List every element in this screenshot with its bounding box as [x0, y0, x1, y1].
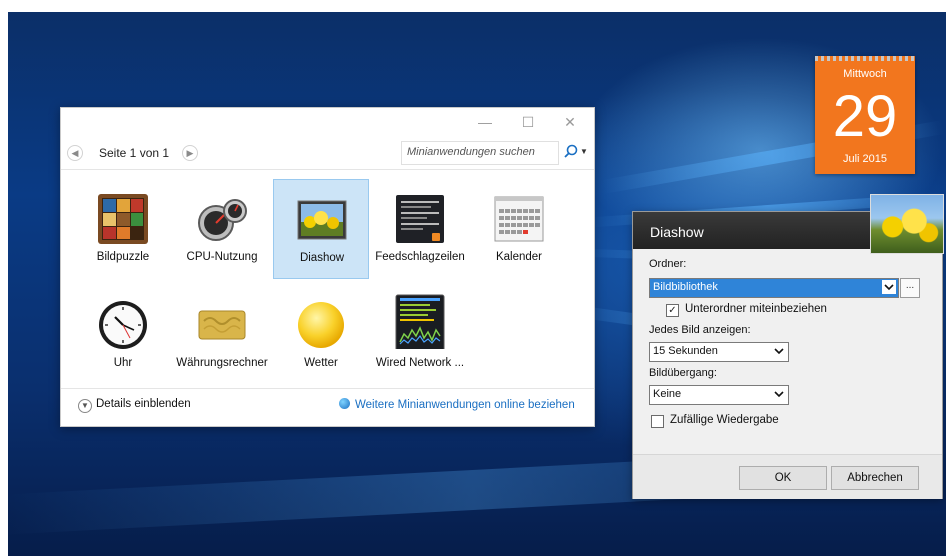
clock-icon [99, 301, 147, 349]
dialog-title: Diashow [650, 224, 704, 240]
slideshow-thumbnail [870, 194, 944, 254]
gadget-label: Wetter [304, 357, 338, 369]
dialog-footer: OK Abbrechen [633, 454, 942, 499]
gadget-tile-bildpuzzle[interactable]: Bildpuzzle [75, 179, 171, 279]
chevron-down-icon [774, 348, 784, 355]
slideshow-icon [297, 200, 347, 240]
search-options-chevron-icon[interactable]: ▼ [580, 147, 588, 156]
gadget-tile-wired-network[interactable]: Wired Network ... [372, 285, 468, 385]
gadget-tile-kalender[interactable]: Kalender [471, 179, 567, 279]
details-toggle[interactable]: ▼ Details einblenden [78, 398, 191, 413]
calendar-binding [815, 56, 915, 61]
gadget-label: Währungsrechner [176, 357, 268, 369]
ok-button[interactable]: OK [739, 466, 827, 490]
gadget-tile-feedschlagzeilen[interactable]: Feedschlagzeilen [372, 179, 468, 279]
minimize-button[interactable]: — [473, 112, 497, 132]
cancel-button[interactable]: Abbrechen [831, 466, 919, 490]
interval-select[interactable]: 15 Sekunden [649, 342, 789, 362]
chevron-down-icon [882, 280, 896, 294]
search-placeholder: Minianwendungen suchen [407, 146, 535, 158]
next-page-icon[interactable]: ▶ [182, 145, 198, 161]
transition-select[interactable]: Keine [649, 385, 789, 405]
gadget-tile-waehrungsrechner[interactable]: Währungsrechner [174, 285, 270, 385]
gadget-label: Feedschlagzeilen [375, 251, 465, 263]
gadget-label: Kalender [495, 251, 543, 263]
gadget-label: Uhr [113, 357, 133, 369]
subfolders-label: Unterordner miteinbeziehen [685, 303, 827, 315]
transition-value: Keine [653, 388, 682, 400]
folder-label: Ordner: [649, 258, 687, 270]
previous-page-icon[interactable]: ◀ [67, 145, 83, 161]
gadget-tile-wetter[interactable]: Wetter [273, 285, 369, 385]
calendar-day: 29 [832, 84, 898, 149]
search-icon[interactable] [562, 143, 580, 161]
divider [61, 169, 594, 170]
currency-icon [198, 310, 246, 340]
search-input[interactable]: Minianwendungen suchen [401, 141, 559, 165]
maximize-button[interactable]: ☐ [516, 112, 540, 132]
shuffle-label: Zufällige Wiedergabe [670, 414, 779, 426]
shuffle-checkbox[interactable] [651, 415, 664, 428]
transition-label: Bildübergang: [649, 367, 717, 379]
slideshow-settings-dialog: Diashow Ordner: Bildbibliothek ... ✓ Unt… [632, 194, 944, 499]
network-meter-icon [395, 294, 445, 349]
interval-label: Jedes Bild anzeigen: [649, 324, 751, 336]
interval-value: 15 Sekunden [653, 345, 718, 357]
divider [61, 388, 594, 389]
calendar-gadget[interactable]: Mittwoch 29 Juli 2015 [815, 56, 915, 174]
weather-sun-icon [298, 302, 344, 348]
gadget-label: Diashow [299, 252, 345, 264]
gadget-label: CPU-Nutzung [186, 251, 258, 263]
calendar-icon [494, 196, 544, 242]
folder-select[interactable]: Bildbibliothek [649, 278, 899, 298]
title-bar: — ☐ ✕ [61, 108, 594, 136]
online-link-label: Weitere Minianwendungen online beziehen [355, 399, 575, 411]
chevron-down-icon [774, 391, 784, 398]
calendar-weekday: Mittwoch [843, 68, 887, 80]
gadget-label: Bildpuzzle [96, 251, 150, 263]
subfolders-checkbox[interactable]: ✓ [666, 304, 679, 317]
browse-button[interactable]: ... [900, 278, 920, 298]
gadget-label: Wired Network ... [375, 357, 465, 369]
gadget-tile-uhr[interactable]: Uhr [75, 285, 171, 385]
gadget-tile-diashow[interactable]: Diashow [273, 179, 369, 279]
gadget-gallery-window: — ☐ ✕ ◀ Seite 1 von 1 ▶ Minianwendungen … [60, 107, 595, 427]
calendar-month-year: Juli 2015 [842, 153, 888, 165]
gadget-tile-cpu-nutzung[interactable]: CPU-Nutzung [174, 179, 270, 279]
page-navigation: ◀ Seite 1 von 1 ▶ Minianwendungen suchen… [61, 139, 594, 167]
feed-headlines-icon [396, 195, 444, 243]
picture-puzzle-icon [98, 194, 148, 244]
close-button[interactable]: ✕ [558, 112, 582, 132]
page-indicator: Seite 1 von 1 [99, 146, 170, 160]
online-gadgets-link[interactable]: Weitere Minianwendungen online beziehen [339, 398, 575, 411]
globe-icon [339, 398, 350, 409]
chevron-down-icon: ▼ [78, 399, 92, 413]
details-label: Details einblenden [96, 398, 191, 410]
cpu-meter-icon [198, 199, 247, 241]
folder-value: Bildbibliothek [653, 281, 718, 293]
